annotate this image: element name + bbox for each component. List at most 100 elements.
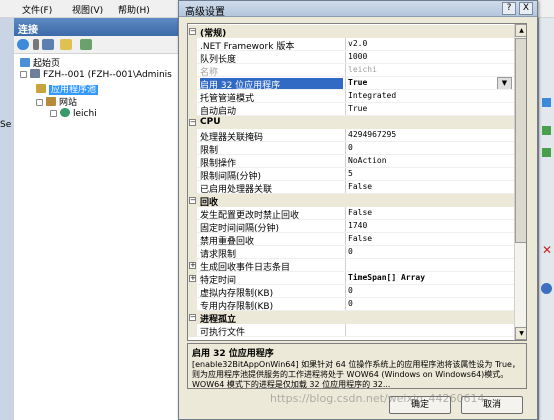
tree-item-site-leichi[interactable]: leichi: [50, 108, 97, 121]
row-divider: [197, 102, 514, 103]
row-divider: [197, 336, 514, 337]
row-gutter: [188, 77, 197, 90]
recycle-icon[interactable]: [542, 148, 551, 157]
help-button[interactable]: ?: [502, 2, 516, 15]
category-label: 进程孤立: [200, 315, 237, 325]
expand-icon[interactable]: [50, 110, 57, 117]
row-gutter: [188, 142, 197, 155]
delete-icon[interactable]: ✕: [542, 243, 552, 257]
description-panel: 启用 32 位应用程序 [enable32BitAppOnWin64] 如果针对…: [187, 343, 527, 389]
property-row[interactable]: 禁用重叠回收 False: [188, 233, 514, 246]
collapse-icon[interactable]: −: [189, 197, 196, 204]
property-category[interactable]: − CPU: [188, 116, 514, 129]
property-row[interactable]: 专用内存限制(KB) 0: [188, 298, 514, 311]
globe-connect-icon[interactable]: [17, 39, 29, 50]
row-divider: [197, 154, 514, 155]
property-row[interactable]: 队列长度 1000: [188, 51, 514, 64]
description-text: [enable32BitAppOnWin64] 如果针对 64 位操作系统上的应…: [192, 360, 520, 389]
start-page-icon: [20, 58, 30, 67]
property-grid[interactable]: 可执行文件 − 进程孤立 专用内存限制(KB) 0 虚拟内存限制(KB) 0 + 特定时间 Tim…: [187, 23, 527, 341]
row-gutter: [188, 103, 197, 116]
property-category[interactable]: − 进程孤立: [188, 311, 514, 325]
left-edge-strip: Se: [0, 18, 14, 420]
collapse-icon[interactable]: −: [189, 28, 196, 35]
collapse-icon[interactable]: −: [189, 119, 196, 126]
collapse-icon[interactable]: [20, 71, 27, 78]
tree-item-server[interactable]: FZH--001 (FZH--001\Adminis: [20, 69, 172, 82]
actions-panel-edge: ✕: [538, 18, 554, 420]
category-label: (常规): [200, 29, 227, 39]
description-title: 启用 32 位应用程序: [192, 349, 274, 359]
close-button[interactable]: X: [519, 2, 533, 15]
menu-help[interactable]: 帮助(H): [118, 3, 150, 16]
tree-item-app-pools[interactable]: 应用程序池: [36, 82, 99, 95]
property-row[interactable]: 固定时间间隔(分钟) 1740: [188, 220, 514, 233]
row-gutter: [188, 285, 197, 298]
row-gutter: [188, 64, 197, 77]
property-row[interactable]: 名称 leichi: [188, 64, 514, 77]
row-divider: [197, 297, 514, 298]
property-row[interactable]: 限制 0: [188, 142, 514, 155]
row-gutter: [188, 90, 197, 103]
menu-file[interactable]: 文件(F): [22, 3, 52, 16]
property-row[interactable]: .NET Framework 版本 v2.0: [188, 38, 514, 51]
property-row[interactable]: + 生成回收事件日志条目: [188, 259, 514, 272]
row-divider: [197, 284, 514, 285]
row-divider: [197, 258, 514, 259]
collapse-icon[interactable]: [36, 99, 43, 106]
row-divider: [197, 76, 514, 77]
property-row[interactable]: 虚拟内存限制(KB) 0: [188, 285, 514, 298]
property-row[interactable]: 已启用处理器关联 False: [188, 181, 514, 194]
property-row[interactable]: 可执行文件: [188, 324, 514, 337]
row-gutter: [188, 246, 197, 259]
connections-title: 连接: [14, 18, 184, 36]
property-category[interactable]: − (常规): [188, 25, 514, 39]
scroll-thumb[interactable]: [515, 38, 526, 243]
row-divider: [197, 310, 514, 311]
tree-item-start-page[interactable]: 起始页: [20, 56, 60, 69]
start-icon[interactable]: [542, 126, 551, 135]
property-row[interactable]: 处理器关联掩码 4294967295: [188, 129, 514, 142]
row-gutter: [188, 168, 197, 181]
dialog-title: 高级设置: [185, 7, 225, 18]
expand-icon[interactable]: +: [189, 262, 196, 269]
property-row[interactable]: 启用 32 位应用程序 True ▼: [188, 77, 514, 90]
row-divider: [197, 63, 514, 64]
row-divider: [197, 89, 514, 90]
row-gutter: [188, 220, 197, 233]
row-gutter: [188, 233, 197, 246]
collapse-icon[interactable]: −: [189, 314, 196, 321]
property-row[interactable]: 请求限制 0: [188, 246, 514, 259]
property-grid-scrollbar[interactable]: ▲ ▼: [514, 24, 526, 340]
property-row[interactable]: + 特定时间 TimeSpan[] Array: [188, 272, 514, 285]
row-divider: [197, 50, 514, 51]
property-row[interactable]: 托管管道模式 Integrated: [188, 90, 514, 103]
connections-toolbar: [14, 36, 184, 54]
row-divider: [197, 115, 514, 116]
row-gutter: [188, 155, 197, 168]
property-row[interactable]: 自动启动 True: [188, 103, 514, 116]
connect-server-icon[interactable]: [80, 39, 92, 50]
tree-item-label: leichi: [73, 109, 97, 119]
category-label: 回收: [200, 198, 219, 208]
left-edge-text: Se: [0, 120, 12, 130]
menu-view[interactable]: 视图(V): [72, 3, 103, 16]
connections-panel: 连接 起始页 FZH--001 (FZH--001\Adminis 应用程序池 …: [14, 18, 184, 420]
property-row[interactable]: 限制操作 NoAction: [188, 155, 514, 168]
folder-icon[interactable]: [60, 39, 72, 50]
help-icon[interactable]: [541, 283, 552, 294]
row-gutter: [188, 129, 197, 142]
action-icon[interactable]: [542, 98, 551, 107]
tree-item-sites[interactable]: 网站: [36, 95, 77, 108]
expand-icon[interactable]: +: [189, 275, 196, 282]
dialog-title-bar[interactable]: 高级设置 ? X: [179, 1, 537, 18]
dropdown-arrow-icon[interactable]: [33, 39, 39, 50]
property-row[interactable]: 限制间隔(分钟) 5: [188, 168, 514, 181]
sites-folder-icon: [46, 97, 56, 106]
property-category[interactable]: − 回收: [188, 194, 514, 208]
scroll-down-icon[interactable]: ▼: [515, 327, 526, 340]
scroll-up-icon[interactable]: ▲: [515, 24, 526, 37]
save-icon[interactable]: [42, 39, 54, 50]
property-row[interactable]: 发生配置更改时禁止回收 False: [188, 207, 514, 220]
row-divider: [197, 245, 514, 246]
